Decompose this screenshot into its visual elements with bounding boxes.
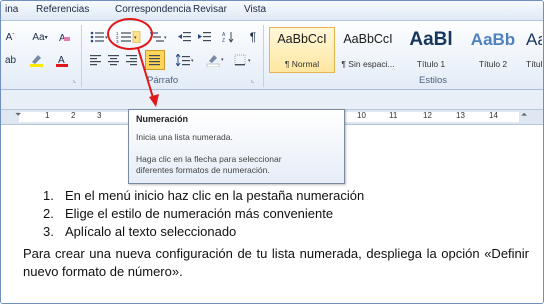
annotation-arrow bbox=[137, 47, 159, 107]
screenshot-frame: ina Referencias Correspondencia Revisar … bbox=[0, 0, 544, 304]
